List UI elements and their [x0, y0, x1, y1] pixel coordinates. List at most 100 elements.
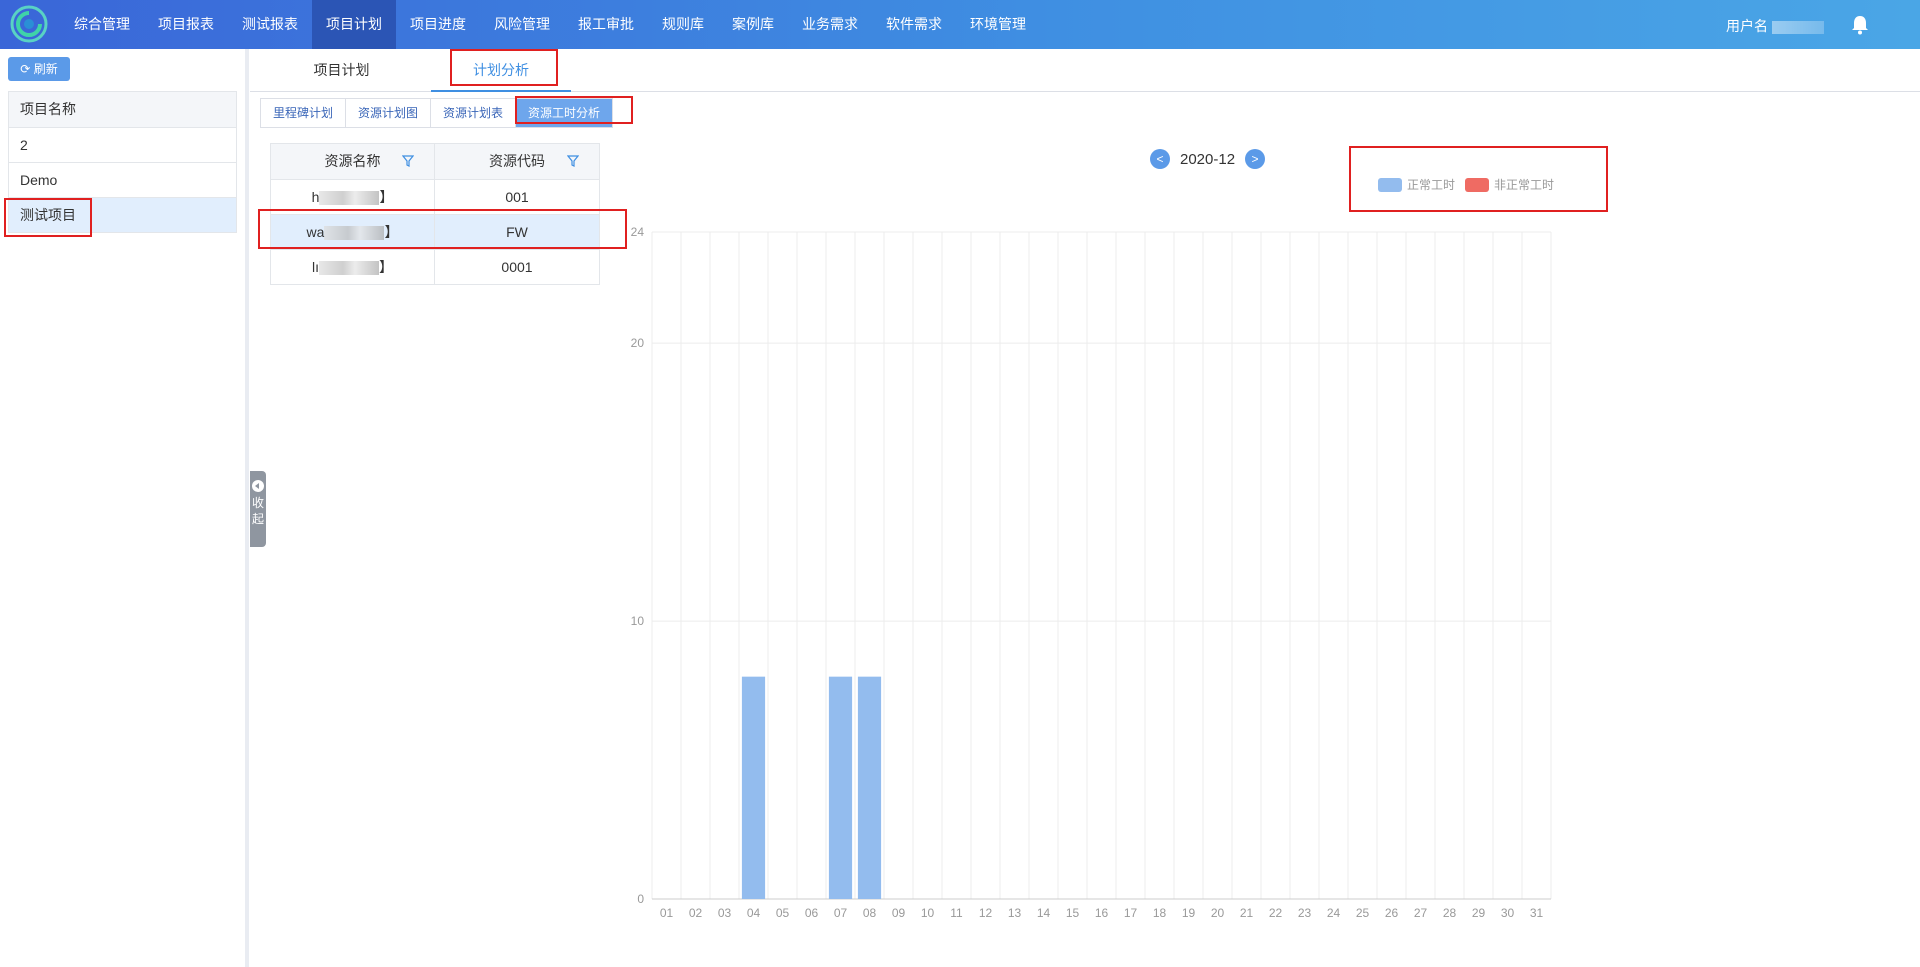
nav-item-12[interactable]: 环境管理 [956, 0, 1040, 49]
x-tick-label: 25 [1356, 906, 1370, 920]
tab-plan-analysis[interactable]: 计划分析 [431, 49, 571, 92]
x-tick-label: 26 [1385, 906, 1399, 920]
nav-item-1[interactable]: 综合管理 [60, 0, 144, 49]
resource-name-suffix: 】 [384, 224, 399, 240]
project-row[interactable]: 2 [9, 127, 236, 162]
x-tick-label: 16 [1095, 906, 1109, 920]
sub-tab-1[interactable]: 里程碑计划 [261, 99, 346, 127]
nav-item-4[interactable]: 项目计划 [312, 0, 396, 49]
collapse-label-1: 收 [251, 496, 264, 510]
refresh-button[interactable]: ⟳ 刷新 [8, 57, 70, 81]
x-tick-label: 20 [1211, 906, 1225, 920]
chart-legend: 正常工时 非正常工时 [1378, 176, 1564, 193]
x-tick-label: 08 [863, 906, 877, 920]
bar-normal-hours [828, 676, 853, 899]
legend-label: 非正常工时 [1494, 178, 1555, 192]
x-tick-label: 10 [921, 906, 935, 920]
x-tick-label: 24 [1327, 906, 1341, 920]
nav-item-7[interactable]: 报工审批 [564, 0, 648, 49]
x-tick-label: 31 [1530, 906, 1544, 920]
x-tick-label: 04 [747, 906, 761, 920]
collapse-sidebar-button[interactable]: 收 起 [250, 471, 266, 547]
x-tick-label: 15 [1066, 906, 1080, 920]
resource-name-cell: lı 】 [271, 250, 435, 284]
x-tick-label: 02 [689, 906, 703, 920]
legend-swatch [1465, 177, 1490, 192]
project-row[interactable]: Demo [9, 162, 236, 197]
x-tick-label: 30 [1501, 906, 1515, 920]
x-tick-label: 06 [805, 906, 819, 920]
nav-item-11[interactable]: 软件需求 [872, 0, 956, 49]
x-tick-label: 07 [834, 906, 848, 920]
nav-item-6[interactable]: 风险管理 [480, 0, 564, 49]
user-label: 用户名 [1726, 18, 1768, 34]
header-resource-code: 资源代码 [435, 144, 599, 179]
header-resource-name-label: 资源名称 [324, 153, 381, 169]
month-navigator: < 2020-12 > [1150, 149, 1266, 169]
collapse-arrow-icon [252, 480, 264, 492]
bell-icon[interactable] [1850, 14, 1870, 36]
project-row[interactable]: 测试项目 [9, 197, 236, 232]
x-tick-label: 01 [660, 906, 674, 920]
legend-swatch [1378, 177, 1402, 192]
next-month-button[interactable]: > [1245, 149, 1266, 169]
nav-item-2[interactable]: 项目报表 [144, 0, 228, 49]
x-tick-label: 18 [1153, 906, 1167, 920]
resource-name-prefix: lı [312, 259, 319, 275]
x-tick-label: 29 [1472, 906, 1486, 920]
project-table-header: 项目名称 [9, 92, 236, 127]
sub-tab-2[interactable]: 资源计划图 [345, 99, 431, 127]
sub-tab-4[interactable]: 资源工时分析 [515, 99, 613, 127]
resource-name-cell: wa 】 [271, 215, 435, 249]
resource-name-suffix: 】 [379, 259, 393, 275]
filter-icon[interactable] [567, 155, 579, 167]
sub-tab-bar: 里程碑计划 资源计划图 资源计划表 资源工时分析 [260, 98, 614, 128]
username-redacted [1772, 20, 1824, 34]
x-tick-label: 13 [1008, 906, 1022, 920]
project-sidebar: ⟳ 刷新 项目名称 2 Demo 测试项目 [0, 49, 245, 967]
work-hours-chart: 0 10 20 24 01 02 03 04 05 06 07 08 09 10 11 12 13 14 15 16 1… [631, 225, 1552, 920]
resource-row[interactable]: h】 001 [271, 179, 599, 214]
prev-month-button[interactable]: < [1150, 149, 1170, 169]
nav-item-9[interactable]: 案例库 [718, 0, 788, 49]
user-menu[interactable]: 用户名 [1726, 16, 1824, 36]
sidebar-divider[interactable] [245, 49, 249, 967]
project-table: 项目名称 2 Demo 测试项目 [8, 91, 237, 233]
nav-item-5[interactable]: 项目进度 [396, 0, 480, 49]
x-tick-label: 21 [1240, 906, 1254, 920]
app-logo[interactable] [10, 5, 48, 43]
y-tick-label: 0 [637, 892, 644, 906]
top-navbar: 综合管理 项目报表 测试报表 项目计划 项目进度 风险管理 报工审批 规则库 案例库 业务需求 软件… [0, 0, 1920, 49]
legend-item[interactable]: 非正常工时 [1465, 176, 1554, 193]
resource-table-header: 资源名称 资源代码 [271, 144, 599, 179]
resource-table: 资源名称 资源代码 h】 001 wa】 FW lı 】 0001 [270, 143, 600, 285]
header-resource-code-label: 资源代码 [489, 153, 545, 169]
x-tick-label: 05 [776, 906, 790, 920]
x-tick-label: 03 [718, 906, 732, 920]
x-tick-label: 27 [1414, 906, 1428, 920]
redacted-name [324, 226, 385, 241]
bar-normal-hours [857, 676, 882, 899]
refresh-icon: ⟳ [20, 62, 31, 76]
tab-project-plan[interactable]: 项目计划 [280, 49, 403, 92]
filter-icon[interactable] [402, 155, 414, 167]
header-resource-name: 资源名称 [271, 144, 435, 179]
main-menu: 综合管理 项目报表 测试报表 项目计划 项目进度 风险管理 报工审批 规则库 案例库 业务需求 软件… [60, 0, 1040, 49]
nav-item-10[interactable]: 业务需求 [788, 0, 872, 49]
resource-name-cell: h】 [271, 180, 435, 214]
resource-row[interactable]: wa 】 FW [271, 214, 599, 249]
sub-tab-3[interactable]: 资源计划表 [430, 99, 516, 127]
x-tick-label: 19 [1182, 906, 1196, 920]
nav-item-8[interactable]: 规则库 [648, 0, 718, 49]
nav-item-3[interactable]: 测试报表 [228, 0, 312, 49]
collapse-label-2: 起 [251, 512, 264, 526]
main-tab-bar: 项目计划 计划分析 [250, 49, 1920, 92]
resource-code-cell: 0001 [501, 259, 533, 275]
current-month: 2020-12 [1180, 150, 1236, 168]
x-tick-label: 28 [1443, 906, 1457, 920]
x-tick-label: 12 [979, 906, 993, 920]
x-tick-label: 23 [1298, 906, 1312, 920]
legend-item[interactable]: 正常工时 [1378, 176, 1455, 193]
resource-row[interactable]: lı 】 0001 [271, 249, 599, 284]
redacted-name [319, 191, 380, 206]
